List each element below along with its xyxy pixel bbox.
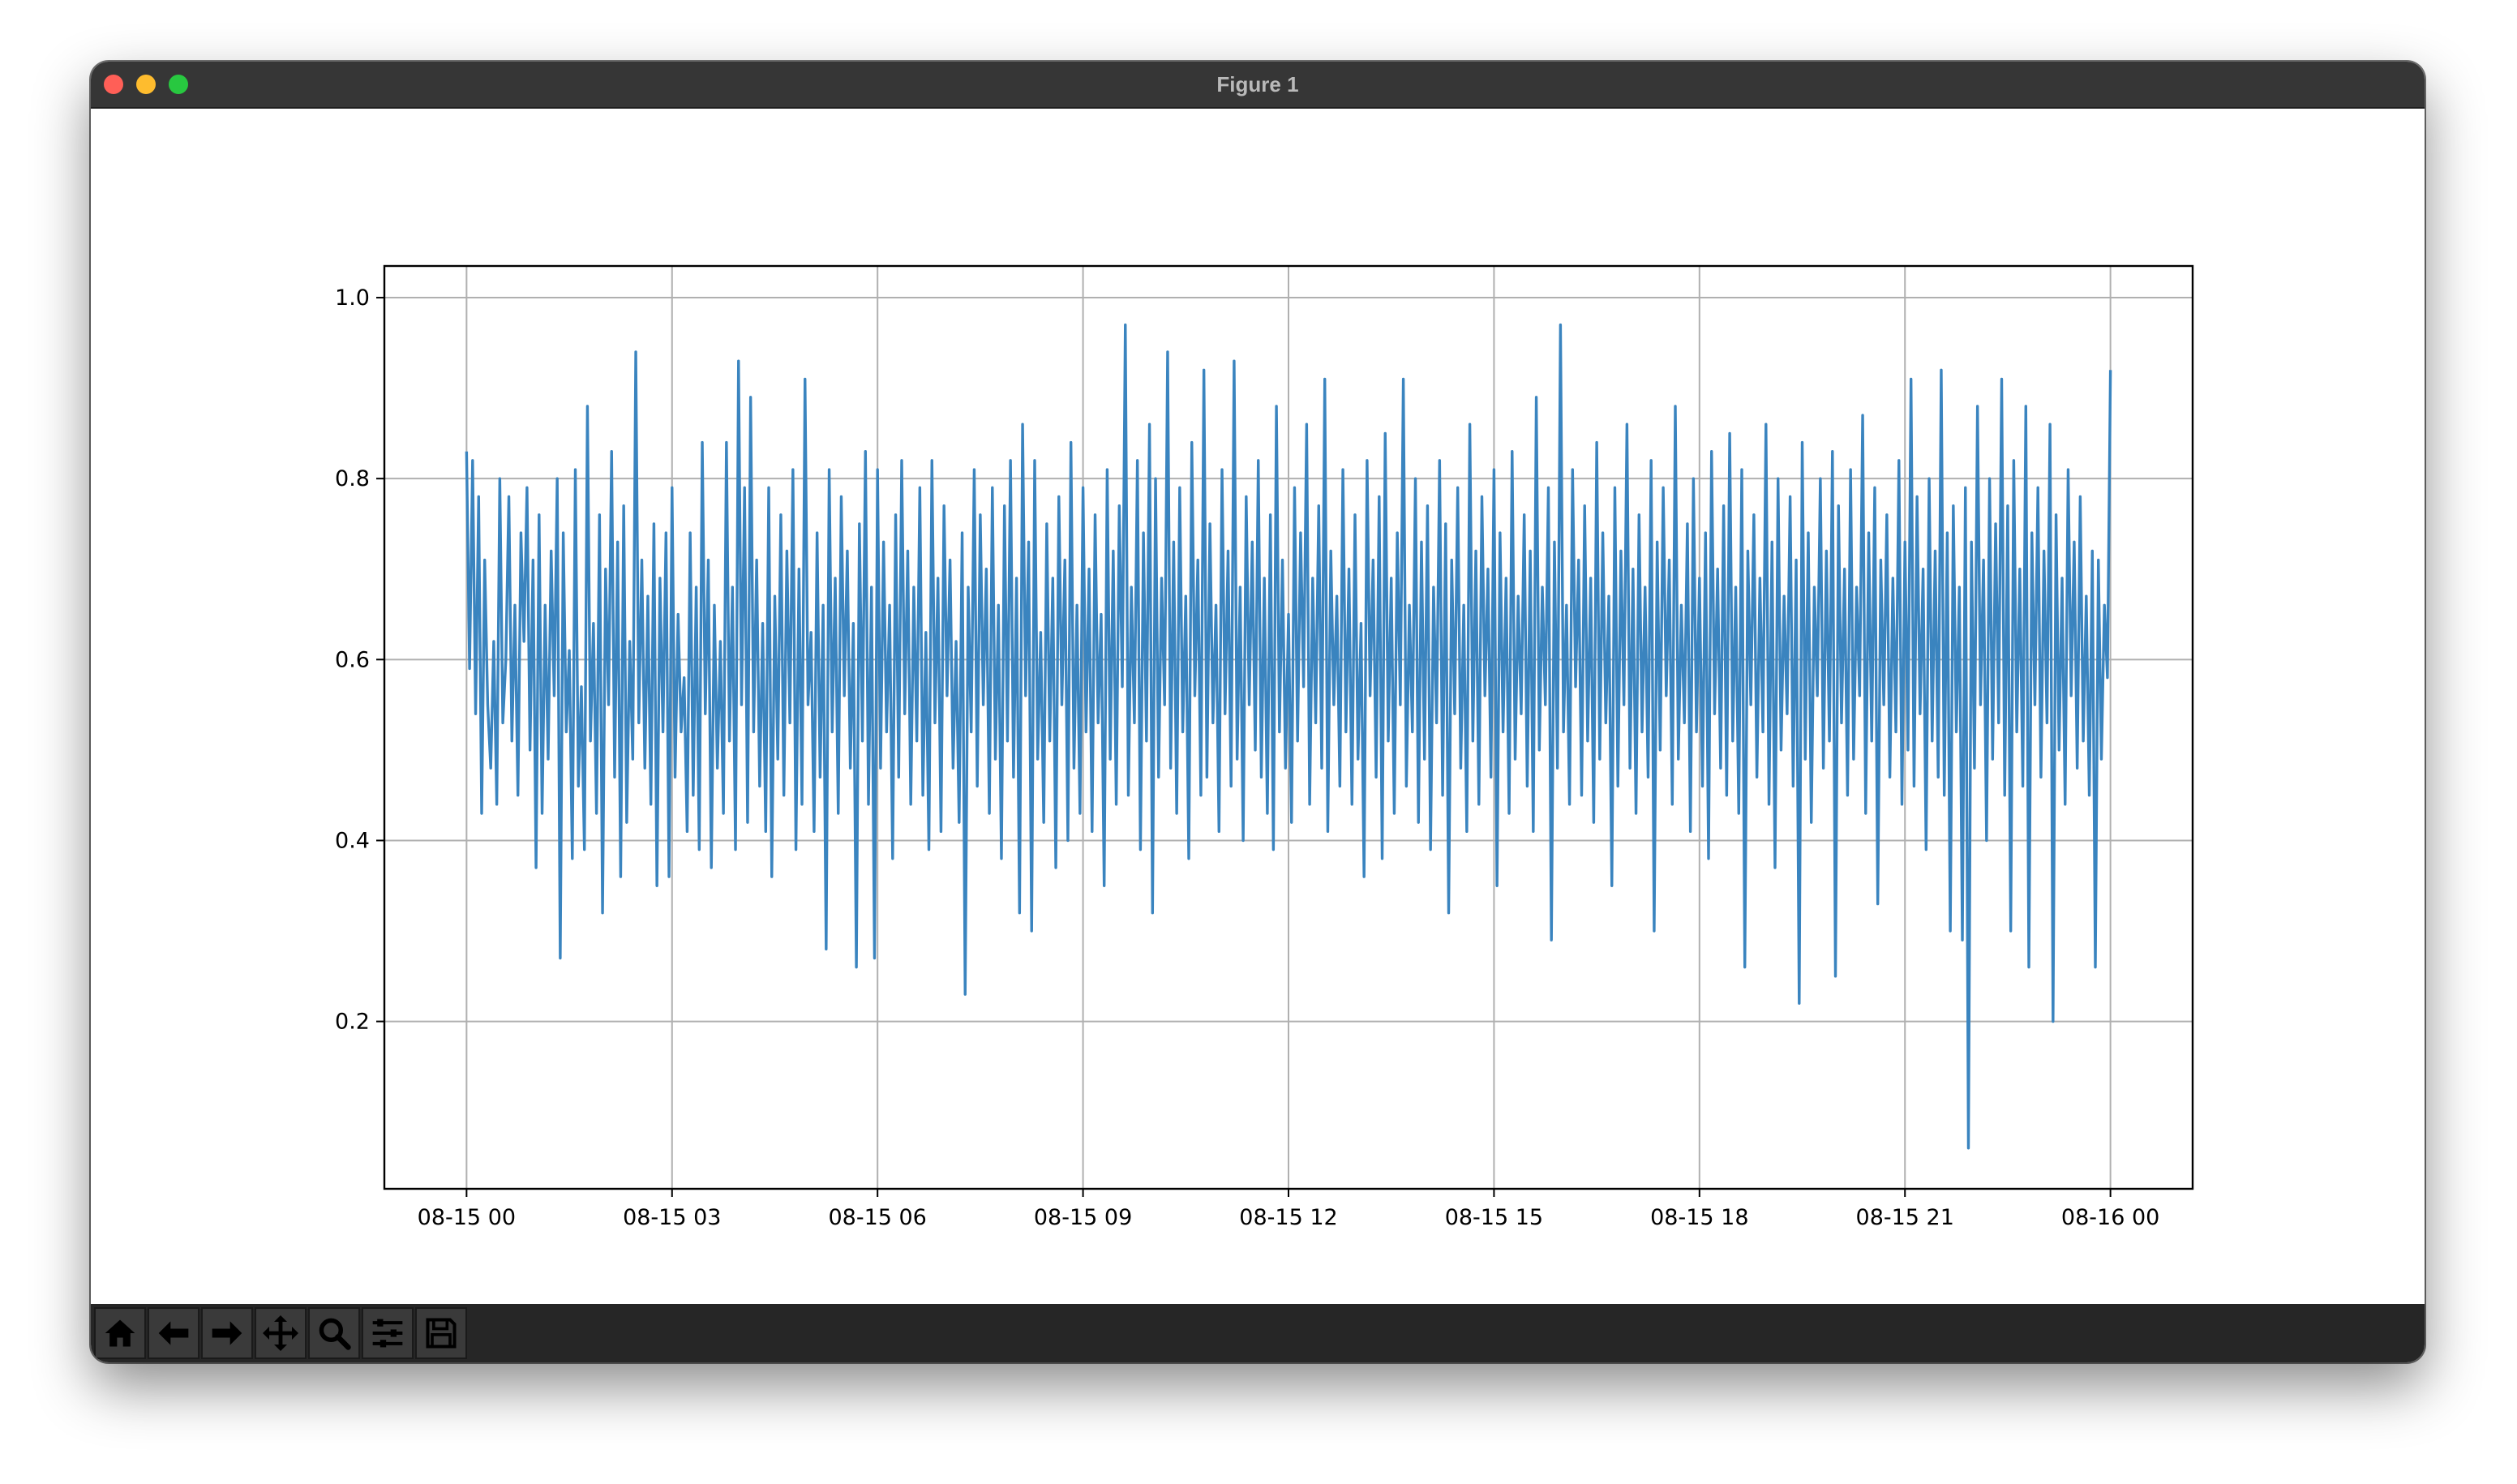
save-icon: [426, 1318, 457, 1349]
arrow-right-icon: [212, 1321, 242, 1345]
x-tick-label: 08-15 03: [623, 1205, 721, 1230]
figure-window: Figure 1 08-15 00 08-15 03 08-15 06 08-15 0…: [91, 62, 2425, 1362]
sliders-icon: [372, 1319, 403, 1348]
y-tick-label: 1.0: [335, 285, 370, 311]
forward-button[interactable]: [201, 1307, 253, 1359]
configure-subplots-button[interactable]: [362, 1307, 414, 1359]
x-tick-label: 08-15 00: [418, 1205, 516, 1230]
arrow-left-icon: [158, 1321, 189, 1345]
x-tick-label: 08-15 09: [1034, 1205, 1132, 1230]
zoom-button[interactable]: [308, 1307, 360, 1359]
x-tick-label: 08-15 21: [1856, 1205, 1954, 1230]
back-button[interactable]: [148, 1307, 199, 1359]
pan-button[interactable]: [255, 1307, 307, 1359]
figure-canvas[interactable]: 08-15 00 08-15 03 08-15 06 08-15 09 08-15 12…: [91, 109, 2425, 1304]
x-tick-label: 08-15 12: [1239, 1205, 1337, 1230]
line-chart: 08-15 00 08-15 03 08-15 06 08-15 09 08-15 12…: [335, 264, 2194, 1230]
title-bar: Figure 1: [91, 62, 2425, 109]
tick-layer: 08-15 00 08-15 03 08-15 06 08-15 09 08-15 12…: [335, 285, 2159, 1230]
home-icon: [105, 1319, 135, 1347]
home-button[interactable]: [94, 1307, 146, 1359]
y-tick-label: 0.6: [335, 647, 370, 672]
save-button[interactable]: [415, 1307, 467, 1359]
zoom-icon: [319, 1318, 351, 1350]
y-tick-label: 0.8: [335, 466, 370, 491]
x-tick-label: 08-15 18: [1650, 1205, 1748, 1230]
x-tick-label: 08-16 00: [2061, 1205, 2159, 1230]
x-tick-label: 08-15 06: [828, 1205, 926, 1230]
navigation-toolbar: [91, 1304, 2425, 1362]
y-tick-label: 0.2: [335, 1010, 370, 1035]
y-tick-label: 0.4: [335, 828, 370, 853]
x-tick-label: 08-15 15: [1445, 1205, 1543, 1230]
window-title: Figure 1: [1216, 72, 1299, 97]
move-icon: [263, 1315, 298, 1351]
